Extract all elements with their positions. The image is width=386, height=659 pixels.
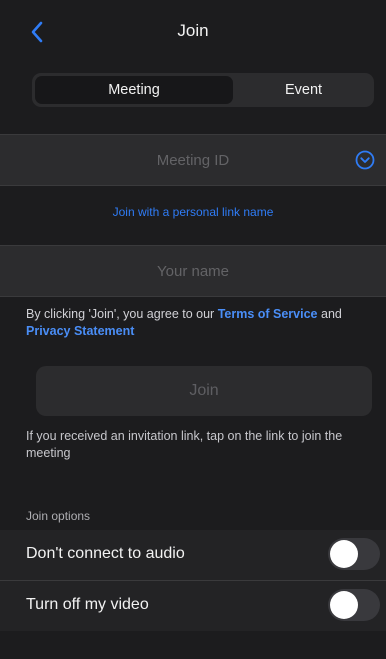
nav-bar: Join [0, 0, 386, 64]
meeting-event-switch: Meeting Event [32, 73, 374, 107]
toggle-knob [330, 540, 358, 568]
option-label-video: Turn off my video [26, 596, 149, 613]
agreement-text: By clicking 'Join', you agree to our Ter… [26, 306, 378, 340]
terms-of-service-link[interactable]: Terms of Service [218, 307, 318, 321]
privacy-statement-link[interactable]: Privacy Statement [26, 324, 134, 338]
option-label-audio: Don't connect to audio [26, 545, 185, 562]
meeting-id-input[interactable] [0, 135, 386, 185]
bottom-area [0, 631, 386, 659]
tab-meeting[interactable]: Meeting [35, 76, 233, 104]
page-title: Join [177, 21, 209, 40]
name-row [0, 245, 386, 297]
chevron-down-circle-icon [355, 150, 375, 170]
personal-link-name-link[interactable]: Join with a personal link name [0, 205, 386, 219]
video-toggle[interactable] [328, 589, 380, 621]
meeting-id-row [0, 134, 386, 186]
option-row-audio: Don't connect to audio [0, 530, 386, 580]
meeting-id-history-button[interactable] [355, 150, 375, 170]
your-name-input[interactable] [0, 246, 386, 296]
option-row-video: Turn off my video [0, 580, 386, 631]
agreement-prefix: By clicking 'Join', you agree to our [26, 307, 218, 321]
toggle-knob [330, 591, 358, 619]
invite-hint-text: If you received an invitation link, tap … [26, 429, 343, 460]
join-button[interactable]: Join [36, 366, 372, 416]
tab-event[interactable]: Event [233, 73, 374, 107]
agreement-conjunction: and [317, 307, 342, 321]
audio-toggle[interactable] [328, 538, 380, 570]
join-options-header: Join options [26, 509, 91, 523]
